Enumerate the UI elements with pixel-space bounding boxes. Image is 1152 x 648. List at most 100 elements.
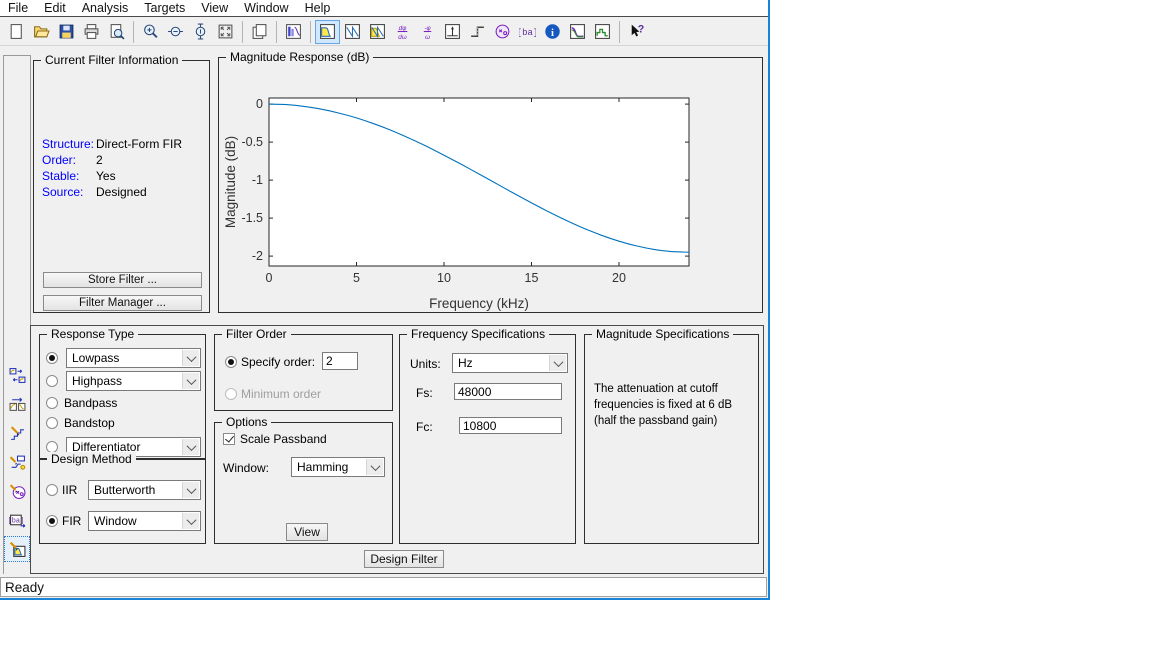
minimum-order-radio[interactable] xyxy=(225,388,237,400)
minimum-order-label: Minimum order xyxy=(241,387,321,401)
lowpass-radio[interactable] xyxy=(46,352,58,364)
toolbar-separator xyxy=(276,21,277,43)
toolbar-save-button[interactable] xyxy=(54,20,79,44)
toolbar-step-response-button[interactable] xyxy=(465,20,490,44)
toolbar-quantize-steps-button[interactable] xyxy=(590,20,615,44)
lowpass-value: Lowpass xyxy=(72,351,119,365)
units-value: Hz xyxy=(458,356,473,370)
bandstop-label: Bandstop xyxy=(64,416,115,430)
print-icon xyxy=(83,23,100,40)
toolbar-filter-info-button[interactable]: i xyxy=(540,20,565,44)
specify-order-input[interactable] xyxy=(322,352,358,370)
create-multirate-filter-icon xyxy=(9,367,26,384)
magnitude-note-line2: frequencies is fixed at 6 dB xyxy=(594,399,732,411)
toolbar-help-button[interactable]: ? xyxy=(624,20,649,44)
highpass-select[interactable]: Highpass xyxy=(66,371,201,391)
menu-item-file[interactable]: File xyxy=(8,1,28,15)
window-label: Window: xyxy=(223,461,269,475)
magnitude-note-line3: (half the passband gain) xyxy=(594,415,717,427)
toolbar-phase-delay-button[interactable]: -φω xyxy=(415,20,440,44)
svg-text:dω: dω xyxy=(398,34,407,40)
chevron-down-icon xyxy=(366,459,383,475)
iir-method-select[interactable]: Butterworth xyxy=(88,480,201,500)
realize-model-icon xyxy=(9,454,26,471)
design-filter-button[interactable]: Design Filter xyxy=(364,550,444,568)
toolbar-zoom-x-button[interactable] xyxy=(163,20,188,44)
window-select[interactable]: Hamming xyxy=(291,457,385,477)
filter-manager-button[interactable]: Filter Manager ... xyxy=(43,295,202,311)
panel-title: Options xyxy=(222,415,271,429)
phase-response-icon xyxy=(344,23,361,40)
zoom-y-icon xyxy=(192,23,209,40)
bandstop-radio[interactable] xyxy=(46,417,58,429)
svg-text:-2: -2 xyxy=(252,249,263,263)
save-icon xyxy=(58,23,75,40)
scale-passband-checkbox[interactable] xyxy=(223,433,235,445)
toolbar-impulse-response-button[interactable] xyxy=(440,20,465,44)
chevron-down-icon xyxy=(182,513,199,529)
panel-title: Current Filter Information xyxy=(41,53,182,67)
menu-item-analysis[interactable]: Analysis xyxy=(82,1,129,15)
sidebar-button-transform-filter[interactable] xyxy=(4,391,30,417)
toolbar-print-button[interactable] xyxy=(79,20,104,44)
panel-title: Frequency Specifications xyxy=(407,327,549,341)
highpass-radio[interactable] xyxy=(46,375,58,387)
menu-item-edit[interactable]: Edit xyxy=(44,1,66,15)
toolbar-magnitude-response-button[interactable] xyxy=(315,20,340,44)
panel-title: Filter Order xyxy=(222,327,291,341)
toolbar-print-preview-button[interactable] xyxy=(104,20,129,44)
toolbar-magnitude-phase-button[interactable] xyxy=(365,20,390,44)
toolbar-new-session-button[interactable] xyxy=(247,20,272,44)
toolbar: dφdω-φω [ba]i? xyxy=(0,18,768,46)
fir-radio[interactable] xyxy=(46,515,58,527)
panel-title: Magnitude Specifications xyxy=(592,327,733,341)
toolbar-magnitude-overlay-button[interactable] xyxy=(565,20,590,44)
menu-item-view[interactable]: View xyxy=(201,1,228,15)
menu-item-window[interactable]: Window xyxy=(244,1,288,15)
bandpass-radio[interactable] xyxy=(46,397,58,409)
toolbar-filter-show-button[interactable] xyxy=(281,20,306,44)
chevron-down-icon xyxy=(182,373,199,389)
toolbar-phase-response-button[interactable] xyxy=(340,20,365,44)
fc-input[interactable] xyxy=(459,417,562,434)
panel-title: Design Method xyxy=(47,452,136,466)
panel-title: Response Type xyxy=(47,327,138,341)
filter-show-icon xyxy=(285,23,302,40)
sidebar-button-set-quantization-parameters[interactable] xyxy=(4,420,30,446)
toolbar-zoom-in-button[interactable] xyxy=(138,20,163,44)
view-button[interactable]: View xyxy=(286,523,328,541)
svg-text:10: 10 xyxy=(437,271,451,285)
toolbar-open-button[interactable] xyxy=(29,20,54,44)
chevron-down-icon xyxy=(182,439,199,455)
stable-value: Yes xyxy=(96,169,116,183)
sidebar-button-realize-model[interactable] xyxy=(4,449,30,475)
menu-item-help[interactable]: Help xyxy=(305,1,331,15)
toolbar-group-delay-button[interactable]: dφdω xyxy=(390,20,415,44)
toolbar-coefficients-button[interactable]: [ba] xyxy=(515,20,540,44)
specify-order-radio[interactable] xyxy=(225,356,237,368)
lowpass-select[interactable]: Lowpass xyxy=(66,348,201,368)
svg-text:15: 15 xyxy=(525,271,539,285)
menu-item-targets[interactable]: Targets xyxy=(144,1,185,15)
toolbar-new-button[interactable] xyxy=(4,20,29,44)
toolbar-separator xyxy=(133,21,134,43)
toolbar-full-view-button[interactable] xyxy=(213,20,238,44)
impulse-response-icon xyxy=(444,23,461,40)
toolbar-separator xyxy=(310,21,311,43)
units-select[interactable]: Hz xyxy=(452,353,568,373)
toolbar-zoom-y-button[interactable] xyxy=(188,20,213,44)
iir-radio[interactable] xyxy=(46,484,58,496)
status-text: Ready xyxy=(5,580,44,595)
design-filter-icon xyxy=(9,541,26,558)
sidebar-button-design-filter[interactable] xyxy=(4,536,30,562)
sidebar-button-create-multirate-filter[interactable] xyxy=(4,362,30,388)
svg-text:20: 20 xyxy=(612,271,626,285)
response-type-panel: Response Type Lowpass Highpass Bandpass … xyxy=(39,334,206,459)
sidebar-button-pole-zero-editor[interactable] xyxy=(4,478,30,504)
svg-text:Magnitude (dB): Magnitude (dB) xyxy=(223,136,238,228)
fir-method-select[interactable]: Window xyxy=(88,511,201,531)
fs-input[interactable] xyxy=(454,383,562,400)
toolbar-pole-zero-button[interactable] xyxy=(490,20,515,44)
store-filter-button[interactable]: Store Filter ... xyxy=(43,272,202,288)
sidebar-button-import-filter[interactable]: [ba] xyxy=(4,507,30,533)
